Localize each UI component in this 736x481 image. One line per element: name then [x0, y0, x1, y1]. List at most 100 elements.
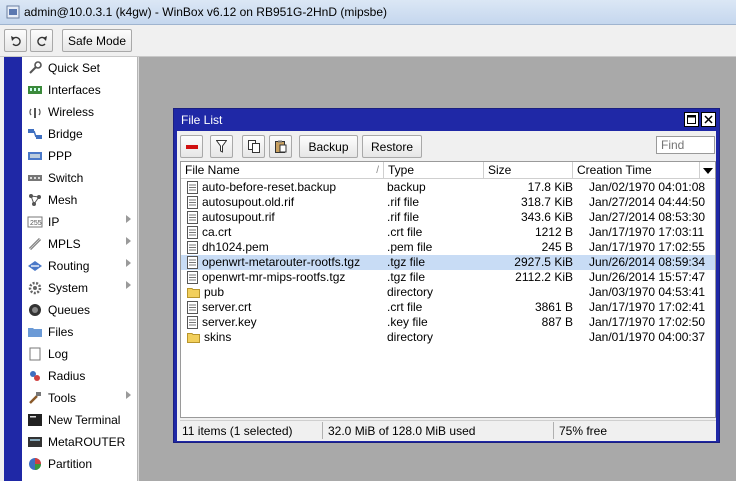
file-type: directory — [387, 330, 434, 344]
close-icon — [704, 115, 713, 124]
sidebar-item-label: Bridge — [48, 127, 83, 141]
sidebar-item-radius[interactable]: Radius — [22, 365, 137, 387]
file-icon — [187, 226, 198, 239]
table-row[interactable]: autosupout.rif .rif file 343.6 KiB Jan/2… — [181, 210, 715, 225]
sidebar-item-interfaces[interactable]: Interfaces — [22, 79, 137, 101]
column-header-type[interactable]: Type — [384, 162, 484, 179]
copy-button[interactable] — [242, 135, 265, 158]
status-bar: 11 items (1 selected) 32.0 MiB of 128.0 … — [180, 420, 716, 440]
bridge-icon — [27, 126, 43, 142]
table-header: File Name / Type Size Creation Time — [181, 162, 715, 179]
table-row[interactable]: openwrt-mr-mips-rootfs.tgz .tgz file 211… — [181, 270, 715, 285]
sidebar-item-files[interactable]: Files — [22, 321, 137, 343]
sidebar-item-wireless[interactable]: Wireless — [22, 101, 137, 123]
file-name: dh1024.pem — [202, 240, 269, 254]
queues-icon — [27, 302, 43, 318]
table-row[interactable]: skins directory Jan/01/1970 04:00:37 — [181, 330, 715, 345]
undo-button[interactable] — [4, 29, 27, 52]
interfaces-icon — [27, 82, 43, 98]
file-name: auto-before-reset.backup — [202, 180, 337, 194]
folder-icon — [187, 333, 200, 343]
table-row[interactable]: server.crt .crt file 3861 B Jan/17/1970 … — [181, 300, 715, 315]
routing-icon — [27, 258, 43, 274]
sidebar-item-label: Switch — [48, 171, 84, 185]
safe-mode-button[interactable]: Safe Mode — [62, 29, 132, 52]
sidebar-item-ip[interactable]: 255 IP — [22, 211, 137, 233]
sidebar-item-log[interactable]: Log — [22, 343, 137, 365]
column-header-label: Type — [388, 163, 415, 177]
sidebar-item-label: Routing — [48, 259, 90, 273]
column-header-creation-time[interactable]: Creation Time — [573, 162, 700, 179]
table-row[interactable]: auto-before-reset.backup backup 17.8 KiB… — [181, 180, 715, 195]
free-space-status: 75% free — [559, 424, 608, 438]
sidebar-item-bridge[interactable]: Bridge — [22, 123, 137, 145]
file-type: .crt file — [387, 300, 423, 314]
file-size: 318.7 KiB — [520, 195, 573, 209]
table-row[interactable]: ca.crt .crt file 1212 B Jan/17/1970 17:0… — [181, 225, 715, 240]
sidebar-item-metarouter[interactable]: MetaROUTER — [22, 431, 137, 453]
file-creation-time: Jan/01/1970 04:00:37 — [589, 330, 706, 344]
ppp-icon — [27, 148, 43, 164]
file-name: skins — [204, 330, 232, 344]
file-icon — [187, 256, 198, 269]
remove-button[interactable] — [180, 135, 203, 158]
backup-button[interactable]: Backup — [299, 135, 358, 158]
sidebar-item-mpls[interactable]: MPLS — [22, 233, 137, 255]
file-creation-time: Jan/27/2014 04:44:50 — [589, 195, 706, 209]
column-header-label: Creation Time — [577, 163, 652, 177]
table-row-selected[interactable]: openwrt-metarouter-rootfs.tgz .tgz file … — [181, 255, 715, 270]
sidebar-item-system[interactable]: System — [22, 277, 137, 299]
table-row[interactable]: pub directory Jan/03/1970 04:53:41 — [181, 285, 715, 300]
mpls-icon — [27, 236, 43, 252]
winbox-app-icon — [6, 5, 20, 19]
maximize-button[interactable] — [684, 112, 699, 127]
file-name: server.crt — [202, 300, 252, 314]
file-type: .rif file — [387, 210, 420, 224]
file-name: pub — [204, 285, 225, 299]
sidebar-item-tools[interactable]: Tools — [22, 387, 137, 409]
column-dropdown-icon — [703, 168, 713, 174]
sidebar-item-queues[interactable]: Queues — [22, 299, 137, 321]
find-input[interactable] — [656, 136, 715, 154]
file-creation-time: Jun/26/2014 08:59:34 — [589, 255, 706, 269]
sidebar-item-mesh[interactable]: Mesh — [22, 189, 137, 211]
sidebar-item-label: Radius — [48, 369, 86, 383]
status-divider — [553, 422, 554, 439]
file-creation-time: Jan/03/1970 04:53:41 — [589, 285, 706, 299]
sidebar-item-ppp[interactable]: PPP — [22, 145, 137, 167]
metarouter-icon — [27, 434, 43, 450]
file-icon — [187, 316, 198, 329]
file-name: server.key — [202, 315, 257, 329]
file-type: .rif file — [387, 195, 420, 209]
paste-icon — [274, 140, 286, 153]
ip-icon: 255 — [27, 214, 43, 230]
sidebar-item-new-terminal[interactable]: New Terminal — [22, 409, 137, 431]
table-row[interactable]: dh1024.pem .pem file 245 B Jan/17/1970 1… — [181, 240, 715, 255]
sort-indicator-icon: / — [376, 165, 379, 176]
column-header-size[interactable]: Size — [484, 162, 573, 179]
sidebar-item-switch[interactable]: Switch — [22, 167, 137, 189]
sidebar-item-partition[interactable]: Partition — [22, 453, 137, 475]
sidebar-item-label: IP — [48, 215, 60, 229]
table-row[interactable]: server.key .key file 887 B Jan/17/1970 1… — [181, 315, 715, 330]
sidebar-item-routing[interactable]: Routing — [22, 255, 137, 277]
table-row[interactable]: autosupout.old.rif .rif file 318.7 KiB J… — [181, 195, 715, 210]
file-type: backup — [387, 180, 426, 194]
close-button[interactable] — [701, 112, 716, 127]
sidebar-item-label: Queues — [48, 303, 91, 317]
sidebar-menu: Quick Set Interfaces Wireless Bridge PPP… — [22, 57, 138, 481]
paste-button[interactable] — [269, 135, 292, 158]
restore-button[interactable]: Restore — [362, 135, 422, 158]
column-header-file-name[interactable]: File Name / — [181, 162, 384, 179]
file-list-title-bar[interactable]: File List — [174, 109, 719, 131]
file-icon — [187, 211, 198, 224]
redo-button[interactable] — [30, 29, 53, 52]
column-menu-button[interactable] — [700, 162, 715, 179]
status-divider — [322, 422, 323, 439]
file-size: 1212 B — [534, 225, 573, 239]
file-creation-time: Jan/17/1970 17:03:11 — [589, 225, 705, 239]
file-icon — [187, 241, 198, 254]
sidebar-item-quick-set[interactable]: Quick Set — [22, 57, 137, 79]
sidebar-item-label: MetaROUTER — [48, 435, 126, 449]
filter-button[interactable] — [210, 135, 233, 158]
